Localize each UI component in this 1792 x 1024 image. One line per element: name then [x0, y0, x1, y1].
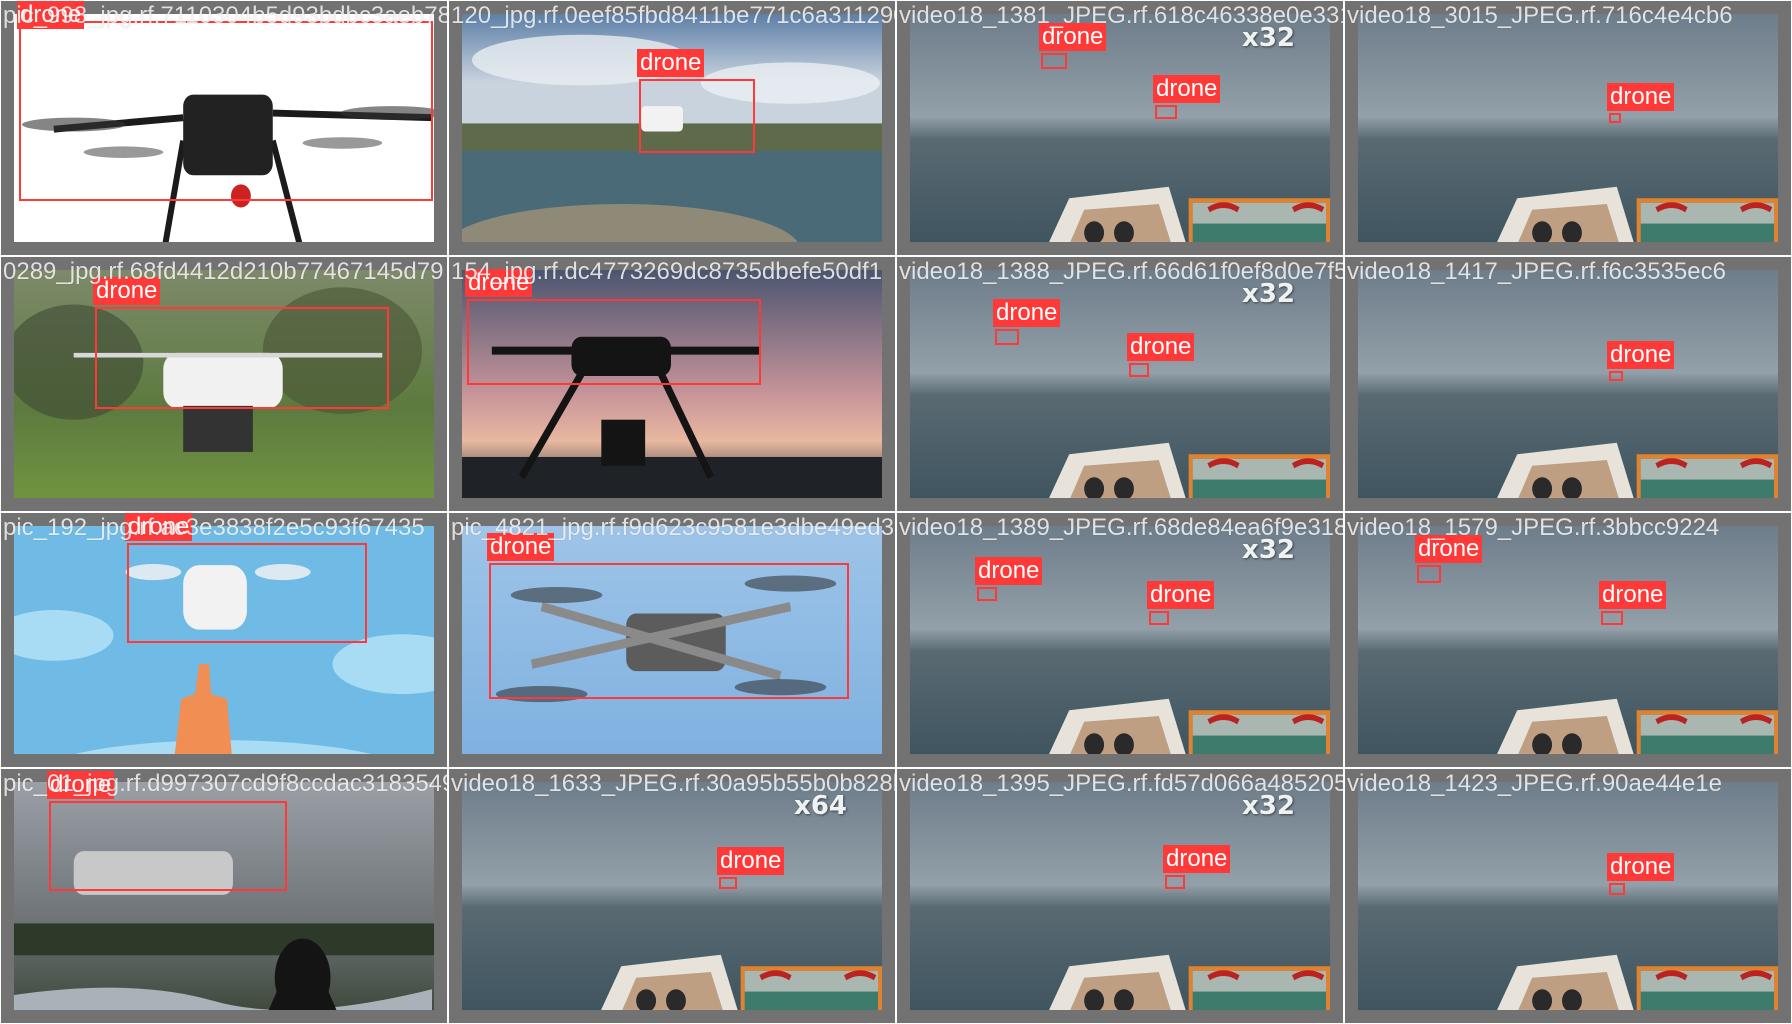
detection-box — [1609, 113, 1621, 123]
mosaic-tile: x32 drone drone video18_1388_JPEG.rf.66d61f… — [897, 257, 1343, 511]
detection-box — [1155, 105, 1177, 119]
detection-box — [19, 21, 433, 201]
mosaic-tile: x32 drone drone video18_1381_JPEG.rf.618c46… — [897, 1, 1343, 255]
detection-label: drone — [47, 771, 115, 799]
detection-box — [1041, 53, 1067, 69]
detection-box — [489, 563, 849, 699]
mosaic-tile: drone pic_4821_jpg.rf.f9d623c9581e3dbe49e… — [449, 513, 895, 767]
detection-label: drone — [1039, 23, 1107, 51]
mosaic-tile: drone video18_1417_JPEG.rf.f6c3535ec6 — [1345, 257, 1791, 511]
detection-box — [127, 543, 367, 643]
detection-box — [995, 329, 1019, 345]
detection-label: drone — [1153, 75, 1221, 103]
mosaic-tile: drone pic_998_jpg.rf.7110304b5d93bdbc3aeb… — [1, 1, 447, 255]
mosaic-tile: drone drone video18_1579_JPEG.rf.3bbcc9224 — [1345, 513, 1791, 767]
detection-label: drone — [125, 513, 193, 541]
zoom-indicator: x32 — [1242, 535, 1295, 565]
detection-label: drone — [487, 533, 555, 561]
zoom-indicator: x32 — [1242, 279, 1295, 309]
mosaic-tile: drone video18_1423_JPEG.rf.90ae44e1e — [1345, 769, 1791, 1023]
tile-photo — [1358, 782, 1778, 1010]
mosaic-tile: x64 drone video18_1633_JPEG.rf.30a95b55b0b… — [449, 769, 895, 1023]
detection-box — [977, 587, 997, 601]
detection-label: drone — [1607, 341, 1675, 369]
detection-box — [49, 801, 287, 891]
detection-box — [467, 299, 761, 385]
mosaic-tile: x32 drone video18_1395_JPEG.rf.fd57d066a48… — [897, 769, 1343, 1023]
mosaic-tile: drone 0289_jpg.rf.68fd4412d210b77467145d7… — [1, 257, 447, 511]
mosaic-tile: drone 120_jpg.rf.0eef85fbd8411be771c6a311… — [449, 1, 895, 255]
mosaic-tile: drone pic_01_jpg.rf.d997307cd9f8ccdac3183… — [1, 769, 447, 1023]
detection-label: drone — [465, 269, 533, 297]
detection-label: drone — [975, 557, 1043, 585]
detection-label: drone — [1127, 333, 1195, 361]
detection-box — [639, 79, 755, 153]
detection-label: drone — [93, 277, 161, 305]
detection-box — [1165, 875, 1185, 889]
detection-label: drone — [17, 1, 85, 29]
detection-box — [1149, 611, 1169, 625]
detection-label: drone — [1607, 83, 1675, 111]
zoom-indicator: x32 — [1242, 23, 1295, 53]
detection-box — [1417, 565, 1441, 583]
detection-label: drone — [1147, 581, 1215, 609]
detection-label: drone — [1163, 845, 1231, 873]
detection-box — [95, 307, 389, 409]
zoom-indicator: x64 — [794, 791, 847, 821]
detection-box — [1609, 883, 1625, 895]
detection-box — [1601, 611, 1623, 625]
detection-mosaic: drone pic_998_jpg.rf.7110304b5d93bdbc3aeb… — [0, 0, 1792, 1024]
mosaic-tile: drone pic_192_jpg.rf.ac3e3838f2e5c93f6743… — [1, 513, 447, 767]
detection-label: drone — [1599, 581, 1667, 609]
detection-box — [1609, 371, 1623, 381]
mosaic-tile: drone 154_jpg.rf.dc4773269dc8735dbefe50df… — [449, 257, 895, 511]
zoom-indicator: x32 — [1242, 791, 1295, 821]
detection-box — [1129, 363, 1149, 377]
mosaic-tile: drone video18_3015_JPEG.rf.716c4e4cb6 — [1345, 1, 1791, 255]
mosaic-tile: x32 drone drone video18_1389_JPEG.rf.68de84… — [897, 513, 1343, 767]
tile-photo — [1358, 14, 1778, 242]
detection-label: drone — [1415, 535, 1483, 563]
detection-label: drone — [1607, 853, 1675, 881]
detection-label: drone — [637, 49, 705, 77]
tile-photo — [1358, 270, 1778, 498]
detection-label: drone — [717, 847, 785, 875]
detection-box — [719, 877, 737, 889]
detection-label: drone — [993, 299, 1061, 327]
